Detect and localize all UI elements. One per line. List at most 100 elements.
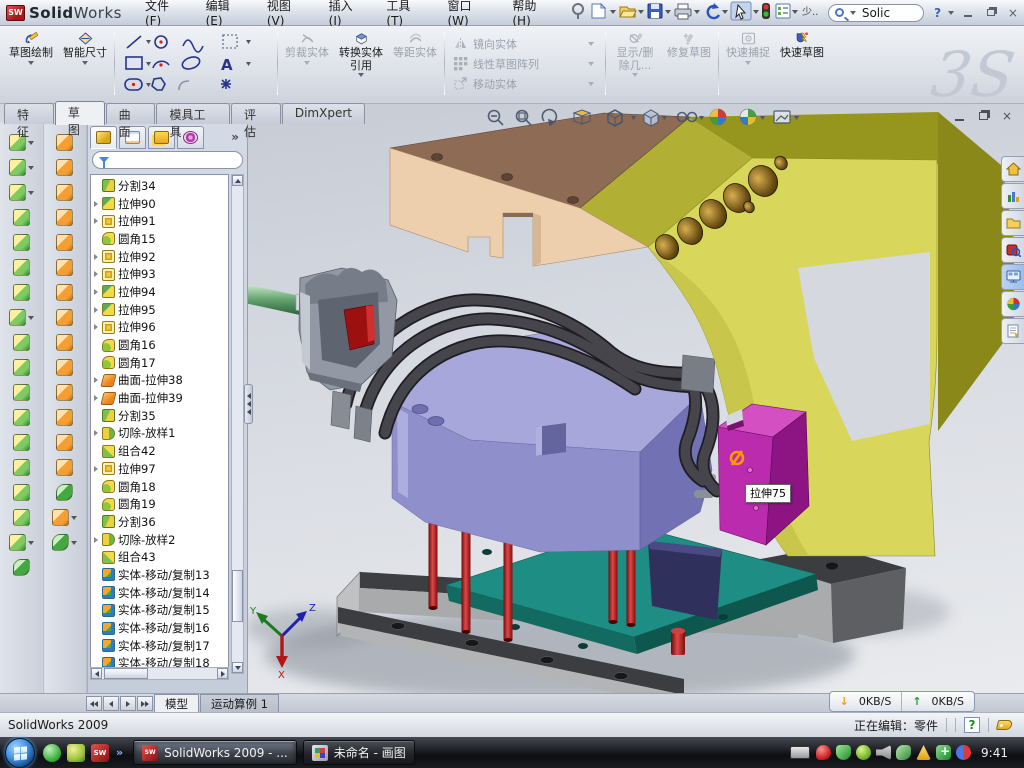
new-dropdown-icon[interactable]: [610, 10, 616, 14]
feature-tool-icon[interactable]: [56, 184, 73, 201]
ribbon-tab[interactable]: 曲面: [106, 103, 156, 124]
feature-tool-icon[interactable]: [9, 534, 34, 551]
tree-item[interactable]: 拉伸97: [91, 460, 228, 478]
tool-dropdown-icon[interactable]: [71, 516, 77, 520]
tree-item[interactable]: 圆角19: [91, 495, 228, 513]
view-orientation-icon[interactable]: [608, 110, 622, 126]
select-dropdown-icon[interactable]: [753, 10, 759, 14]
print-dropdown-icon[interactable]: [694, 10, 700, 14]
expander-icon[interactable]: [94, 395, 98, 401]
undo-dropdown-icon[interactable]: [722, 10, 728, 14]
feature-tool-icon[interactable]: [13, 259, 30, 276]
feature-tool-icon[interactable]: [9, 184, 34, 201]
keyboard-icon[interactable]: [790, 746, 810, 759]
taskbar-task-button[interactable]: 未命名 - 画图: [303, 740, 415, 765]
help-button[interactable]: ?: [930, 6, 945, 20]
hide-show-items-icon[interactable]: [678, 113, 697, 122]
tree-filter-input[interactable]: [92, 151, 243, 169]
tree-horizontal-scrollbar[interactable]: [90, 667, 229, 680]
feature-tool-icon[interactable]: [9, 159, 34, 176]
pin-icon[interactable]: [573, 4, 583, 19]
sync-green-tray-icon[interactable]: [896, 745, 911, 760]
expander-icon[interactable]: [94, 377, 98, 383]
tool-dropdown-icon[interactable]: [28, 541, 34, 545]
security-red-tray-icon[interactable]: [816, 745, 831, 760]
solidworks-quicklaunch-icon[interactable]: SW: [91, 744, 109, 762]
feature-tool-icon[interactable]: [56, 334, 73, 351]
tree-item[interactable]: 实体-移动/复制13: [91, 566, 228, 584]
tree-item[interactable]: 切除-放样1: [91, 425, 228, 443]
graphics-viewport[interactable]: Y Z X: [248, 104, 1024, 693]
duo-colors-tray-icon[interactable]: [956, 745, 971, 760]
last-tab-button[interactable]: [137, 696, 153, 711]
save-icon[interactable]: [648, 4, 662, 18]
sketch-dropdown-icon[interactable]: [28, 61, 34, 65]
close-button[interactable]: ×: [1004, 5, 1022, 20]
appearances-tab[interactable]: [1001, 291, 1024, 317]
feature-tool-icon[interactable]: [56, 434, 73, 451]
feature-tool-icon[interactable]: [52, 534, 77, 551]
display-style-icon[interactable]: [644, 110, 658, 126]
tree-item[interactable]: 实体-移动/复制15: [91, 602, 228, 620]
tree-item[interactable]: 实体-移动/复制16: [91, 619, 228, 637]
doc-minimize-button[interactable]: [950, 109, 968, 123]
feature-tool-icon[interactable]: [13, 334, 30, 351]
feature-tool-icon[interactable]: [13, 234, 30, 251]
tree-item[interactable]: 组合42: [91, 442, 228, 460]
options-list-icon[interactable]: [776, 4, 790, 18]
custom-properties-tab[interactable]: [1001, 318, 1024, 344]
expander-icon[interactable]: [94, 307, 98, 313]
feature-tool-icon[interactable]: [56, 384, 73, 401]
previous-view-icon[interactable]: [542, 110, 556, 125]
tree-item[interactable]: 圆角18: [91, 478, 228, 496]
dimension-dropdown-icon[interactable]: [82, 61, 88, 65]
rapid-sketch-button[interactable]: 快速草图: [775, 28, 829, 99]
tool-dropdown-icon[interactable]: [28, 191, 34, 195]
scrollbar-thumb[interactable]: [232, 570, 243, 622]
feature-tool-icon[interactable]: [13, 384, 30, 401]
view-palette-tab[interactable]: [1001, 264, 1024, 290]
feature-tool-icon[interactable]: [13, 209, 30, 226]
smart-dimension-button[interactable]: 智能尺寸: [58, 28, 112, 99]
view-settings-icon[interactable]: [774, 111, 790, 123]
tree-item[interactable]: 切除-放样2: [91, 531, 228, 549]
convert-dropdown-icon[interactable]: [358, 73, 364, 77]
print-icon[interactable]: [675, 4, 691, 19]
tree-item[interactable]: 圆角17: [91, 354, 228, 372]
expander-icon[interactable]: [94, 201, 98, 207]
tree-item[interactable]: 曲面-拉伸39: [91, 389, 228, 407]
tag-icon[interactable]: [996, 720, 1013, 730]
feature-tool-icon[interactable]: [56, 284, 73, 301]
feature-tool-icon[interactable]: [56, 459, 73, 476]
start-button[interactable]: [5, 738, 35, 768]
ribbon-tab[interactable]: 草图: [55, 101, 105, 125]
network-warning-tray-icon[interactable]: [916, 745, 931, 760]
tree-item[interactable]: 实体-移动/复制14: [91, 584, 228, 602]
tree-item[interactable]: 拉伸96: [91, 319, 228, 337]
feature-tool-icon[interactable]: [13, 484, 30, 501]
search-dropdown-icon[interactable]: [850, 11, 856, 15]
tool-dropdown-icon[interactable]: [28, 166, 34, 170]
feature-tool-icon[interactable]: [13, 459, 30, 476]
ribbon-tab[interactable]: 评估: [231, 103, 281, 124]
select-cursor-icon[interactable]: [731, 2, 751, 20]
tree-item[interactable]: 曲面-拉伸38: [91, 372, 228, 390]
search-box[interactable]: Solic: [828, 4, 924, 22]
tool-dropdown-icon[interactable]: [71, 541, 77, 545]
first-tab-button[interactable]: [86, 696, 102, 711]
expander-icon[interactable]: [94, 218, 98, 224]
feature-tool-icon[interactable]: [13, 509, 30, 526]
file-explorer-tab[interactable]: [1001, 210, 1024, 236]
stoplight-icon[interactable]: [762, 3, 770, 19]
help-dropdown-icon[interactable]: [948, 11, 954, 15]
ribbon-tab[interactable]: DimXpert: [282, 103, 365, 124]
tree-item[interactable]: 圆角16: [91, 336, 228, 354]
feature-tool-icon[interactable]: [56, 484, 73, 501]
options-dropdown-icon[interactable]: [792, 10, 798, 14]
solidworks-resources-tab[interactable]: [1001, 156, 1024, 182]
open-icon[interactable]: [620, 7, 636, 17]
more-tools-label[interactable]: 少..: [802, 6, 818, 18]
feature-tool-icon[interactable]: [56, 209, 73, 226]
zoom-fit-icon[interactable]: [489, 111, 504, 126]
sketch-entities-grid[interactable]: A: [117, 28, 275, 99]
